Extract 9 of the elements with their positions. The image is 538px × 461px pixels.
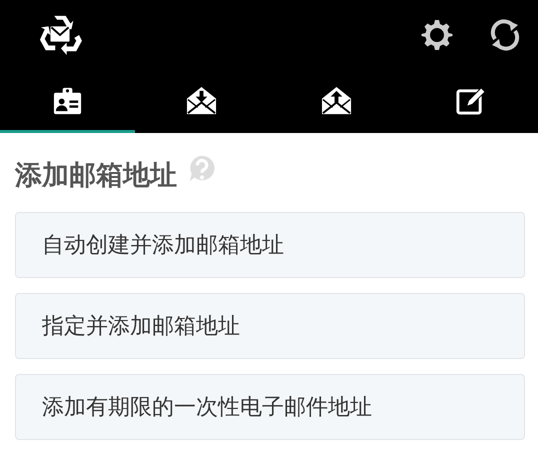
option-button[interactable]: 指定并添加邮箱地址 [15, 293, 525, 359]
envelope-up-arrow-icon [320, 84, 352, 116]
recycle-mail-logo [37, 14, 83, 56]
settings-icon[interactable] [421, 19, 453, 51]
page-title: 添加邮箱地址 [15, 159, 177, 193]
sync-icon[interactable] [489, 19, 521, 51]
envelope-down-arrow-icon [186, 84, 218, 116]
option-button[interactable]: 自动创建并添加邮箱地址 [15, 212, 525, 278]
option-button[interactable]: 添加有期限的一次性电子邮件地址 [15, 374, 525, 440]
